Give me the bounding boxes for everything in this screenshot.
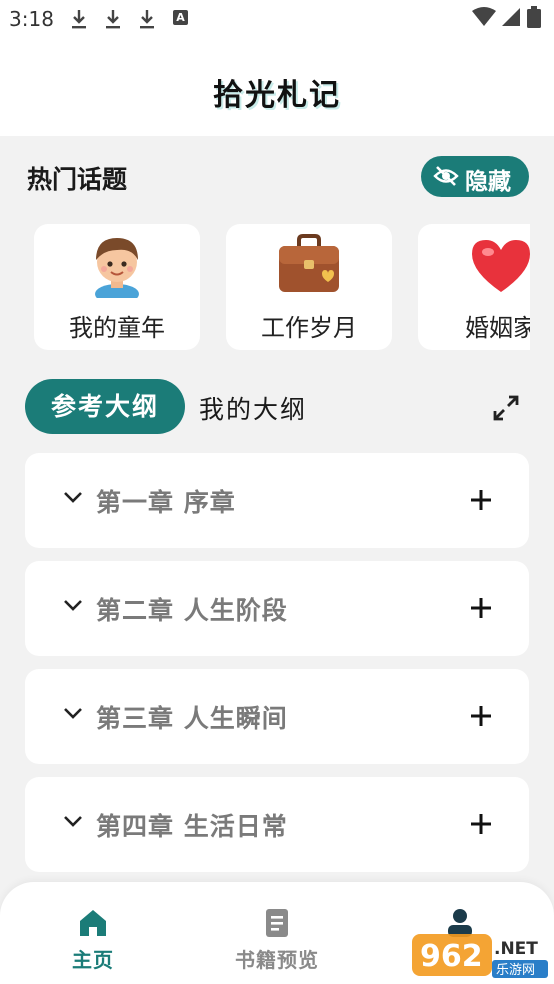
eye-off-icon bbox=[433, 166, 459, 186]
download-icon bbox=[72, 10, 86, 29]
nav-home[interactable]: 主页 bbox=[58, 908, 128, 973]
signal-icon bbox=[502, 8, 520, 26]
topic-label: 工作岁月 bbox=[261, 314, 357, 342]
battery-icon bbox=[527, 6, 541, 28]
child-avatar-icon bbox=[95, 238, 139, 298]
hide-button[interactable]: 隐藏 bbox=[421, 156, 529, 197]
topic-card-marriage[interactable]: 婚姻家 bbox=[418, 224, 530, 350]
app-header: 拾光札记 bbox=[0, 38, 554, 136]
book-icon bbox=[266, 909, 288, 937]
heart-icon bbox=[472, 240, 530, 292]
app-notification-icon: A bbox=[173, 10, 188, 25]
briefcase-icon bbox=[279, 234, 339, 292]
chapter-card[interactable]: 第一章 序章 bbox=[25, 453, 529, 548]
plus-icon[interactable] bbox=[470, 489, 492, 511]
download-icon bbox=[106, 10, 120, 29]
chapter-card[interactable]: 第二章 人生阶段 bbox=[25, 561, 529, 656]
home-icon bbox=[80, 910, 106, 936]
nav-preview-label: 书籍预览 bbox=[235, 948, 319, 972]
status-bar: 3:18 A bbox=[0, 0, 554, 38]
topics-carousel[interactable]: 我的童年 工作岁月 婚姻家 bbox=[0, 224, 530, 352]
tab-my-outline[interactable]: 我的大纲 bbox=[199, 390, 307, 426]
nav-book-preview[interactable]: 书籍预览 bbox=[222, 908, 332, 973]
site-watermark-logo: 962 .NET 乐游网 bbox=[412, 934, 548, 978]
expand-icon[interactable] bbox=[492, 394, 520, 422]
topic-card-childhood[interactable]: 我的童年 bbox=[34, 224, 200, 350]
watermark-brand: 962 bbox=[420, 939, 483, 974]
chapter-card[interactable]: 第三章 人生瞬间 bbox=[25, 669, 529, 764]
chapter-title: 第一章 序章 bbox=[96, 488, 236, 517]
hot-topics-title: 热门话题 bbox=[27, 165, 128, 194]
topic-label: 我的童年 bbox=[69, 314, 165, 342]
chevron-down-icon[interactable] bbox=[63, 490, 83, 504]
topic-card-work[interactable]: 工作岁月 bbox=[226, 224, 392, 350]
chevron-down-icon[interactable] bbox=[63, 814, 83, 828]
chevron-down-icon[interactable] bbox=[63, 706, 83, 720]
chapter-title: 第四章 生活日常 bbox=[96, 812, 288, 841]
nav-home-label: 主页 bbox=[72, 948, 114, 972]
app-title: 拾光札记 bbox=[213, 78, 341, 113]
wifi-icon bbox=[472, 7, 496, 26]
tab-reference-outline[interactable]: 参考大纲 bbox=[25, 379, 185, 434]
chevron-down-icon[interactable] bbox=[63, 598, 83, 612]
plus-icon[interactable] bbox=[470, 597, 492, 619]
svg-text:乐游网: 乐游网 bbox=[496, 963, 535, 978]
svg-text:.NET: .NET bbox=[494, 939, 538, 959]
chapter-title: 第三章 人生瞬间 bbox=[96, 704, 288, 733]
status-time: 3:18 bbox=[9, 7, 54, 31]
chapter-card[interactable]: 第四章 生活日常 bbox=[25, 777, 529, 872]
plus-icon[interactable] bbox=[470, 813, 492, 835]
chapter-title: 第二章 人生阶段 bbox=[96, 596, 288, 625]
download-icon bbox=[140, 10, 154, 29]
plus-icon[interactable] bbox=[470, 705, 492, 727]
topic-label: 婚姻家 bbox=[465, 314, 530, 342]
hide-button-label: 隐藏 bbox=[465, 169, 511, 195]
